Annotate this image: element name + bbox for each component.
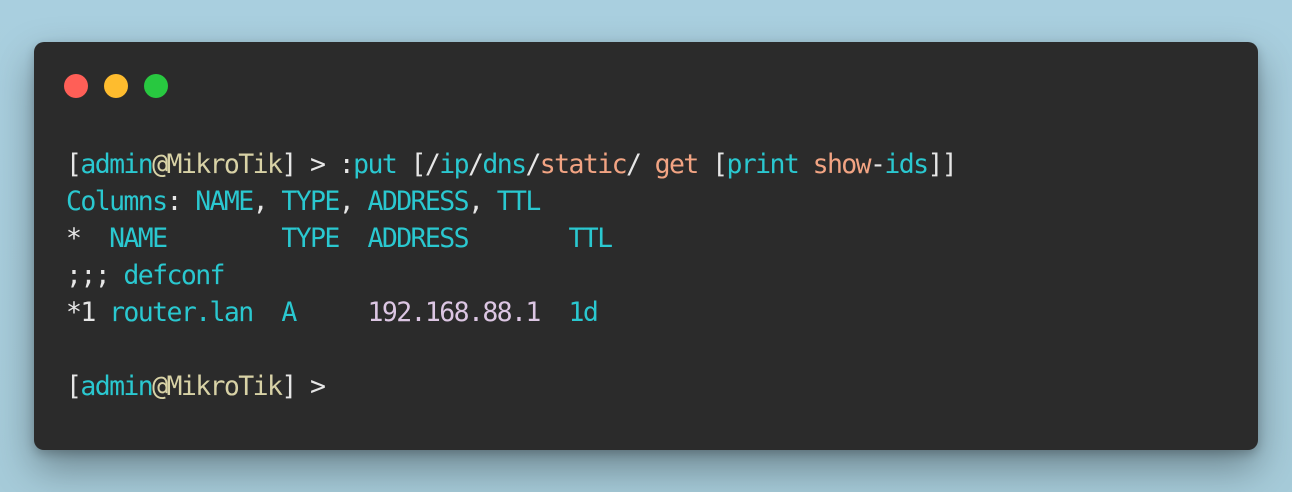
terminal-token: / xyxy=(625,149,655,180)
terminal-token: TYPE xyxy=(281,186,340,217)
terminal-token: defconf xyxy=(123,260,225,291)
terminal-token: ip xyxy=(439,149,469,180)
terminal-line: ;;; defconf xyxy=(66,257,956,294)
terminal-token: - xyxy=(870,149,886,180)
terminal-token: ADDRESS xyxy=(367,186,469,217)
terminal-token: put xyxy=(353,149,398,180)
terminal-token: NAME xyxy=(195,186,254,217)
terminal-token: [ xyxy=(697,149,728,180)
terminal-token: ids xyxy=(884,149,929,180)
terminal-token: ] > : xyxy=(281,149,354,180)
terminal-window: [admin@MikroTik] > :put [/ip/dns/static/… xyxy=(34,42,1258,450)
terminal-token: , xyxy=(338,186,368,217)
terminal-token: / xyxy=(468,149,484,180)
terminal-token: 1d xyxy=(568,297,598,328)
terminal-token: ;;; xyxy=(66,260,124,291)
terminal-line: *1 router.lan A 192.168.88.1 1d xyxy=(66,294,956,331)
terminal-token: [ xyxy=(66,149,82,180)
terminal-token: , xyxy=(467,186,497,217)
terminal-token: dns xyxy=(482,149,527,180)
terminal-token: show xyxy=(812,149,872,180)
terminal-line: [admin@MikroTik] > xyxy=(66,368,956,405)
terminal-token: ]] xyxy=(927,149,957,180)
terminal-line: Columns: NAME, TYPE, ADDRESS, TTL xyxy=(66,183,956,220)
terminal-token: ADDRESS xyxy=(367,223,469,254)
terminal-token: * xyxy=(66,223,110,254)
terminal-token: TTL xyxy=(496,186,542,217)
terminal-token: 192.168.88.1 xyxy=(367,297,541,328)
terminal-token: @MikroTik xyxy=(152,149,283,180)
terminal-token: TYPE xyxy=(281,223,340,254)
terminal-token: [/ xyxy=(396,149,441,180)
terminal-token: [ xyxy=(66,371,82,402)
terminal-line: [admin@MikroTik] > :put [/ip/dns/static/… xyxy=(66,146,958,183)
terminal-token: ] > xyxy=(281,371,326,402)
terminal-token: admin xyxy=(80,371,153,402)
terminal-token: NAME xyxy=(109,223,168,254)
terminal-token: get xyxy=(654,149,700,180)
terminal-token: *1 xyxy=(66,297,110,328)
close-button[interactable] xyxy=(64,74,88,98)
window-controls xyxy=(64,74,168,98)
terminal-token: , xyxy=(252,186,282,217)
minimize-button[interactable] xyxy=(104,74,128,98)
terminal-token: : xyxy=(166,186,196,217)
terminal-token: A xyxy=(281,297,297,328)
terminal-token: admin xyxy=(80,149,153,180)
terminal-output[interactable]: [admin@MikroTik] > :put [/ip/dns/static/… xyxy=(66,146,958,405)
terminal-line: * NAME TYPE ADDRESS TTL xyxy=(66,220,956,257)
terminal-token: router.lan xyxy=(109,297,254,328)
terminal-token: print xyxy=(726,149,799,180)
terminal-token: static xyxy=(539,149,628,180)
terminal-token: Columns xyxy=(66,186,168,217)
terminal-token: / xyxy=(525,149,541,180)
terminal-token: TTL xyxy=(568,223,613,254)
terminal-token: @MikroTik xyxy=(152,371,283,402)
zoom-button[interactable] xyxy=(144,74,168,98)
